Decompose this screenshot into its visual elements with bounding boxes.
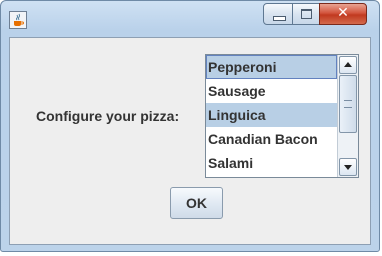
java-cup-icon[interactable]: [9, 11, 27, 29]
vertical-scrollbar[interactable]: [337, 55, 358, 177]
dialog-content: Configure your pizza: Pepperoni Sausage …: [9, 37, 371, 245]
list-item-salami[interactable]: Salami: [206, 151, 337, 175]
topping-list-items: Pepperoni Sausage Linguica Canadian Baco…: [206, 55, 337, 175]
close-button[interactable]: [319, 3, 367, 25]
ok-button[interactable]: OK: [170, 187, 223, 219]
list-item-pepperoni[interactable]: Pepperoni: [206, 55, 337, 79]
minimize-button[interactable]: [263, 3, 293, 25]
list-item-sausage[interactable]: Sausage: [206, 79, 337, 103]
scroll-down-icon[interactable]: [339, 158, 357, 176]
maximize-button[interactable]: [292, 3, 320, 25]
scroll-up-icon[interactable]: [339, 56, 357, 74]
list-item-linguica[interactable]: Linguica: [206, 103, 337, 127]
pizza-config-label: Configure your pizza:: [36, 108, 180, 124]
list-item-canadian-bacon[interactable]: Canadian Bacon: [206, 127, 337, 151]
scroll-thumb[interactable]: [339, 75, 357, 133]
topping-list[interactable]: Pepperoni Sausage Linguica Canadian Baco…: [205, 54, 359, 178]
title-bar[interactable]: [1, 1, 379, 37]
dialog-window: Configure your pizza: Pepperoni Sausage …: [0, 0, 380, 252]
